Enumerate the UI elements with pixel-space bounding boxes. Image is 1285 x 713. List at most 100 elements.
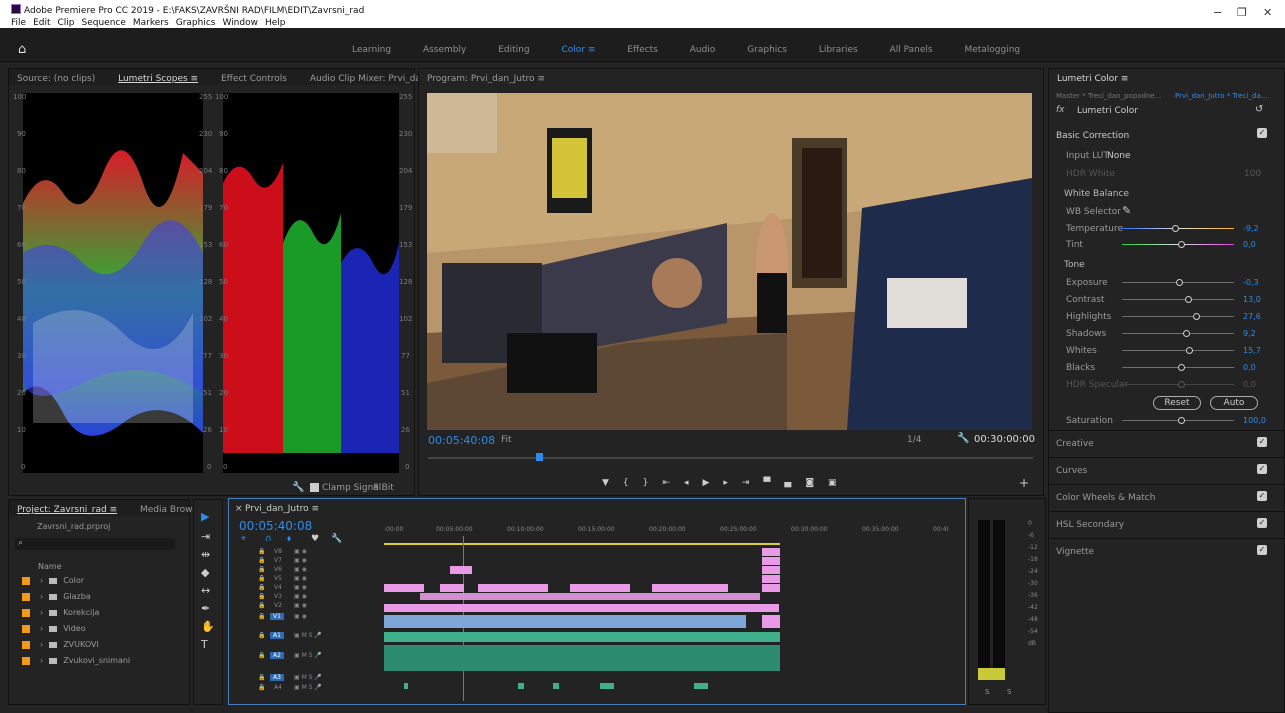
minimize-button[interactable]: − — [1213, 6, 1222, 19]
menu-window[interactable]: Window — [222, 18, 258, 28]
bin-zvukovi[interactable]: › ZVUKOVI — [22, 640, 99, 649]
slip-tool-icon[interactable]: ↔ — [201, 584, 210, 597]
shadows-slider[interactable] — [1122, 330, 1234, 337]
exposure-slider[interactable] — [1122, 279, 1234, 286]
resolution-select[interactable]: 1/4 — [907, 435, 921, 445]
workspace-assembly[interactable]: Assembly — [423, 45, 466, 55]
audio-clip[interactable] — [384, 632, 780, 642]
basic-correction-header[interactable]: Basic Correction — [1056, 131, 1129, 141]
solo-left-button[interactable]: S — [985, 688, 989, 696]
bit-depth-select[interactable]: 8 Bit — [373, 483, 394, 493]
input-lut-select[interactable]: None — [1107, 151, 1130, 161]
lift-icon[interactable]: ▀ — [763, 478, 784, 488]
ripple-edit-tool-icon[interactable]: ⇹ — [201, 548, 210, 561]
workspace-libraries[interactable]: Libraries — [819, 45, 858, 55]
highlights-slider[interactable] — [1122, 313, 1234, 320]
clip[interactable] — [440, 584, 464, 592]
hand-tool-icon[interactable]: ✋ — [201, 620, 215, 633]
eyedropper-icon[interactable]: ✎ — [1122, 204, 1131, 217]
program-scrub-bar[interactable] — [428, 457, 1033, 459]
hsl-secondary-checkbox[interactable]: ✓ — [1257, 518, 1267, 528]
whites-slider[interactable] — [1122, 347, 1234, 354]
tab-effect-controls[interactable]: Effect Controls — [221, 74, 287, 84]
exposure-value[interactable]: -0,3 — [1243, 278, 1259, 287]
workspace-color[interactable]: Color ≡ — [561, 45, 595, 55]
clip[interactable] — [762, 575, 780, 583]
tint-slider[interactable] — [1122, 241, 1234, 248]
menu-markers[interactable]: Markers — [133, 18, 169, 28]
menu-edit[interactable]: Edit — [33, 18, 50, 28]
add-button-icon[interactable]: + — [1019, 476, 1029, 490]
workspace-all-panels[interactable]: All Panels — [890, 45, 933, 55]
menu-file[interactable]: File — [11, 18, 26, 28]
workspace-metalogging[interactable]: Metalogging — [964, 45, 1020, 55]
menu-sequence[interactable]: Sequence — [82, 18, 126, 28]
temperature-slider[interactable] — [1122, 225, 1234, 232]
shadows-value[interactable]: 9,2 — [1243, 329, 1256, 338]
menu-help[interactable]: Help — [265, 18, 286, 28]
clip[interactable] — [570, 584, 630, 592]
contrast-value[interactable]: 13,0 — [1243, 295, 1261, 304]
vignette-checkbox[interactable]: ✓ — [1257, 545, 1267, 555]
clip[interactable] — [762, 615, 780, 628]
clip[interactable] — [384, 604, 779, 612]
color-wheels-checkbox[interactable]: ✓ — [1257, 491, 1267, 501]
white-balance-header[interactable]: White Balance — [1064, 189, 1129, 199]
tab-project[interactable]: Project: Zavrsni_rad ≡ — [17, 505, 117, 515]
basic-correction-checkbox[interactable]: ✓ — [1257, 128, 1267, 138]
snap-icon[interactable]: ⌖ — [241, 534, 246, 544]
bin-video[interactable]: › Video — [22, 624, 86, 633]
clip[interactable] — [420, 593, 760, 600]
close-button[interactable]: ✕ — [1263, 6, 1272, 19]
clip[interactable] — [478, 584, 548, 592]
marker-icon[interactable]: ♥ — [311, 534, 319, 544]
audio-clip[interactable] — [694, 683, 708, 689]
effect-name[interactable]: Lumetri Color — [1077, 106, 1138, 116]
menu-clip[interactable]: Clip — [58, 18, 75, 28]
workspace-editing[interactable]: Editing — [498, 45, 529, 55]
restore-button[interactable]: ❐ — [1237, 6, 1247, 19]
name-column-header[interactable]: Name — [38, 562, 62, 571]
go-to-out-icon[interactable]: ⇥ — [742, 478, 764, 488]
whites-value[interactable]: 15,7 — [1243, 346, 1261, 355]
settings-wrench-icon[interactable]: 🔧 — [957, 433, 969, 444]
razor-tool-icon[interactable]: ◆ — [201, 566, 209, 579]
bin-korekcija[interactable]: › Korekcija — [22, 608, 99, 617]
go-to-in-icon[interactable]: ⇤ — [662, 478, 684, 488]
timeline-timecode[interactable]: 00:05:40:08 — [239, 519, 312, 533]
bin-color[interactable]: › Color — [22, 576, 84, 585]
pen-tool-icon[interactable]: ✒ — [201, 602, 210, 615]
linked-selection-icon[interactable]: ∩ — [265, 534, 272, 544]
close-sequence-icon[interactable]: × — [235, 504, 243, 514]
selection-tool-icon[interactable]: ▶ — [201, 510, 209, 523]
workspace-effects[interactable]: Effects — [627, 45, 658, 55]
audio-clip[interactable] — [600, 683, 614, 689]
playhead-marker[interactable] — [536, 453, 543, 461]
menu-graphics[interactable]: Graphics — [176, 18, 216, 28]
audio-clip[interactable] — [553, 683, 559, 689]
temperature-value[interactable]: -9,2 — [1243, 224, 1259, 233]
program-timecode[interactable]: 00:05:40:08 — [428, 434, 495, 447]
step-forward-icon[interactable]: ▸ — [723, 478, 742, 488]
project-search-input[interactable] — [15, 538, 175, 550]
clip[interactable] — [762, 584, 780, 592]
section-vignette[interactable]: Vignette — [1048, 538, 1285, 564]
auto-button[interactable]: Auto — [1210, 396, 1258, 410]
bin-glazba[interactable]: › Glazba — [22, 592, 91, 601]
creative-checkbox[interactable]: ✓ — [1257, 437, 1267, 447]
clip[interactable] — [762, 557, 780, 565]
play-icon[interactable]: ▶ — [702, 478, 723, 488]
add-marker-icon[interactable]: ▼ — [602, 478, 623, 488]
track-select-tool-icon[interactable]: ⇥ — [201, 530, 210, 543]
tab-source[interactable]: Source: (no clips) — [17, 74, 95, 84]
section-color-wheels[interactable]: Color Wheels & Match — [1048, 484, 1285, 510]
clip[interactable] — [652, 584, 728, 592]
blacks-slider[interactable] — [1122, 364, 1234, 371]
mark-out-icon[interactable]: } — [643, 478, 663, 488]
tone-header[interactable]: Tone — [1064, 260, 1085, 270]
add-marker-timeline-icon[interactable]: ⬧ — [287, 534, 291, 544]
sequence-tab[interactable]: Prvi_dan_Jutro ≡ — [245, 504, 319, 514]
section-curves[interactable]: Curves — [1048, 457, 1285, 483]
workspace-audio[interactable]: Audio — [690, 45, 716, 55]
clip[interactable] — [762, 548, 780, 556]
